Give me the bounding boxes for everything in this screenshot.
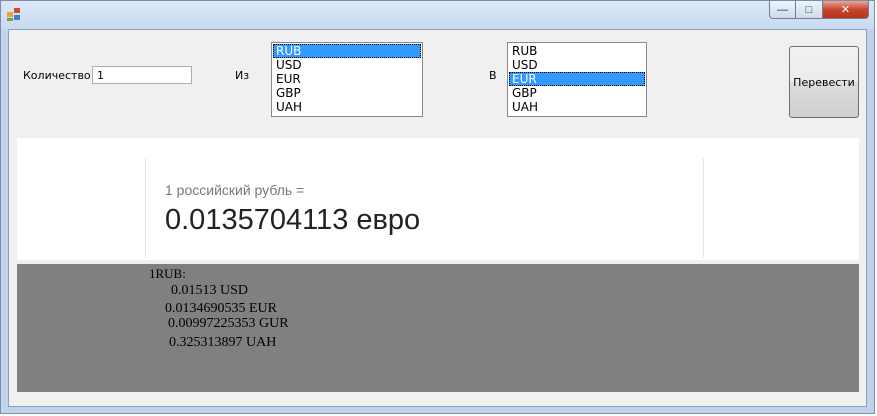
result-divider-left	[145, 158, 146, 258]
convert-button[interactable]: Перевести	[789, 46, 859, 118]
maximize-button[interactable]: □	[796, 1, 823, 19]
rate-row: 0.01513 USD	[171, 283, 249, 298]
app-icon	[7, 8, 20, 21]
list-item[interactable]: GBP	[273, 86, 421, 100]
result-value: 0.0135704113 евро	[165, 204, 421, 236]
list-item[interactable]: USD	[273, 58, 421, 72]
result-divider-right	[703, 158, 704, 258]
client-area: Количество Из RUBUSDEURGBPUAH В RUBUSDEU…	[8, 29, 867, 407]
app-window: — □ ✕ Количество Из RUBUSDEURGBPUAH В RU…	[0, 0, 875, 414]
close-icon: ✕	[840, 4, 851, 16]
from-label: Из	[235, 69, 250, 82]
rates-header: 1RUB:	[149, 266, 186, 281]
title-bar[interactable]: — □ ✕	[1, 1, 874, 29]
rates-panel: 1RUB: 0.01513 USD 0.0134690535 EUR 0.009…	[17, 264, 859, 392]
to-label: В	[489, 69, 497, 82]
rate-row: 0.325313897 UAH	[169, 335, 277, 350]
quantity-input[interactable]	[92, 66, 192, 84]
list-item[interactable]: EUR	[509, 72, 645, 86]
rate-row: 0.0134690535 EUR	[165, 301, 277, 316]
list-item[interactable]: UAH	[509, 100, 645, 114]
result-caption: 1 российский рубль =	[165, 182, 305, 198]
list-item[interactable]: RUB	[509, 44, 645, 58]
minimize-icon: —	[777, 3, 788, 16]
minimize-button[interactable]: —	[769, 1, 796, 19]
list-item[interactable]: UAH	[273, 100, 421, 114]
rate-row: 0.00997225353 GUR	[168, 316, 289, 331]
list-item[interactable]: RUB	[273, 44, 421, 58]
from-currency-list[interactable]: RUB USD EUR GBP UAH	[271, 42, 423, 117]
result-panel: 1 российский рубль = 0.0135704113 евро	[17, 138, 859, 260]
maximize-icon: □	[805, 3, 813, 16]
list-item[interactable]: EUR	[273, 72, 421, 86]
list-item[interactable]: GBP	[509, 86, 645, 100]
quantity-label: Количество	[23, 69, 91, 82]
list-item[interactable]: USD	[509, 58, 645, 72]
to-currency-list[interactable]: RUB USD EUR GBP UAH	[507, 42, 647, 117]
close-button[interactable]: ✕	[823, 1, 869, 19]
